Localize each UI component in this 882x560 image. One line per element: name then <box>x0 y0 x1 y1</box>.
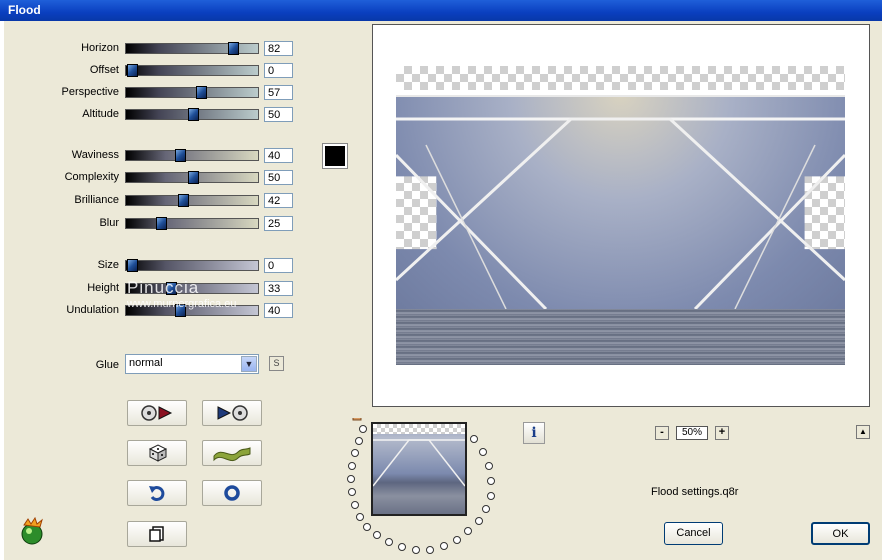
brilliance-label: Brilliance <box>74 194 119 206</box>
next-preset-icon <box>217 405 248 421</box>
perspective-label: Perspective <box>61 86 119 98</box>
size-input[interactable]: 0 <box>264 258 293 273</box>
watermark-url: www.murnergrafica.eu <box>127 298 237 310</box>
perspective-input[interactable]: 57 <box>264 85 293 100</box>
height-label: Height <box>87 282 119 294</box>
random-button[interactable] <box>127 440 187 466</box>
thumbnail-checker <box>373 424 465 434</box>
light-beams <box>396 95 845 309</box>
brilliance-input[interactable]: 42 <box>264 193 293 208</box>
wave-icon <box>213 447 251 462</box>
altitude-slider[interactable] <box>125 108 259 121</box>
horizon-slider[interactable] <box>125 42 259 55</box>
thumbnail-beams <box>373 439 465 487</box>
watermark-name: Pinuccia <box>127 278 200 297</box>
slider-thumb[interactable] <box>196 86 207 99</box>
copy-button[interactable] <box>127 521 187 547</box>
s-button[interactable]: S <box>269 356 284 371</box>
copy-page-icon <box>149 526 164 542</box>
height-input[interactable]: 33 <box>264 281 293 296</box>
slider-thumb[interactable] <box>175 149 186 162</box>
size-slider[interactable] <box>125 259 259 272</box>
random-dice-icon <box>148 444 168 462</box>
reset-undo-icon <box>149 486 165 502</box>
complexity-label: Complexity <box>64 171 119 183</box>
color-swatch[interactable] <box>323 144 347 168</box>
size-label: Size <box>97 259 119 271</box>
info-icon: i <box>531 425 537 441</box>
circle-icon <box>224 485 240 501</box>
settings-filename: Flood settings.q8r <box>651 486 739 498</box>
prev-preset-button[interactable] <box>127 400 187 426</box>
undulation-input[interactable]: 40 <box>264 303 293 318</box>
ok-button[interactable]: OK <box>811 522 870 545</box>
waviness-input[interactable]: 40 <box>264 148 293 163</box>
horizon-label: Horizon <box>81 42 119 54</box>
blur-slider[interactable] <box>125 217 259 230</box>
glue-select[interactable]: normal ▼ <box>125 354 259 374</box>
offset-input[interactable]: 0 <box>264 63 293 78</box>
waviness-label: Waviness <box>71 149 119 161</box>
undulation-label: Undulation <box>66 304 119 316</box>
waviness-slider[interactable] <box>125 149 259 162</box>
brilliance-slider[interactable] <box>125 194 259 207</box>
complexity-slider[interactable] <box>125 171 259 184</box>
window-title: Flood <box>8 3 41 17</box>
horizon-input[interactable]: 82 <box>264 41 293 56</box>
next-preset-button[interactable] <box>202 400 262 426</box>
wave-button[interactable] <box>202 440 262 466</box>
undo-button[interactable] <box>127 480 187 506</box>
slider-thumb[interactable] <box>188 171 199 184</box>
info-button[interactable]: i <box>523 422 545 444</box>
altitude-input[interactable]: 50 <box>264 107 293 122</box>
altitude-label: Altitude <box>82 108 119 120</box>
zoom-out-button[interactable]: - <box>655 426 669 440</box>
chevron-down-icon[interactable]: ▼ <box>241 356 257 372</box>
slider-thumb[interactable] <box>156 217 167 230</box>
zoom-in-button[interactable]: + <box>715 426 729 440</box>
title-bar: Flood <box>0 0 882 21</box>
prev-preset-icon <box>141 405 173 421</box>
slider-thumb[interactable] <box>127 259 138 272</box>
slider-thumb[interactable] <box>228 42 239 55</box>
transparent-area <box>396 66 845 90</box>
navigator-thumbnail[interactable] <box>371 422 467 516</box>
glue-label: Glue <box>95 359 119 371</box>
circle-button[interactable] <box>202 480 262 506</box>
offset-slider[interactable] <box>125 64 259 77</box>
cancel-button[interactable]: Cancel <box>664 522 723 545</box>
slider-thumb[interactable] <box>178 194 189 207</box>
offset-label: Offset <box>89 64 119 76</box>
blur-label: Blur <box>99 217 119 229</box>
blur-input[interactable]: 25 <box>264 216 293 231</box>
glue-value: normal <box>129 357 163 369</box>
app-logo-icon <box>21 517 43 545</box>
complexity-input[interactable]: 50 <box>264 170 293 185</box>
zoom-level[interactable]: 50% <box>676 426 708 440</box>
scroll-up-button[interactable]: ▲ <box>856 425 870 439</box>
water-area <box>396 309 845 365</box>
slider-thumb[interactable] <box>188 108 199 121</box>
slider-thumb[interactable] <box>127 64 138 77</box>
perspective-slider[interactable] <box>125 86 259 99</box>
